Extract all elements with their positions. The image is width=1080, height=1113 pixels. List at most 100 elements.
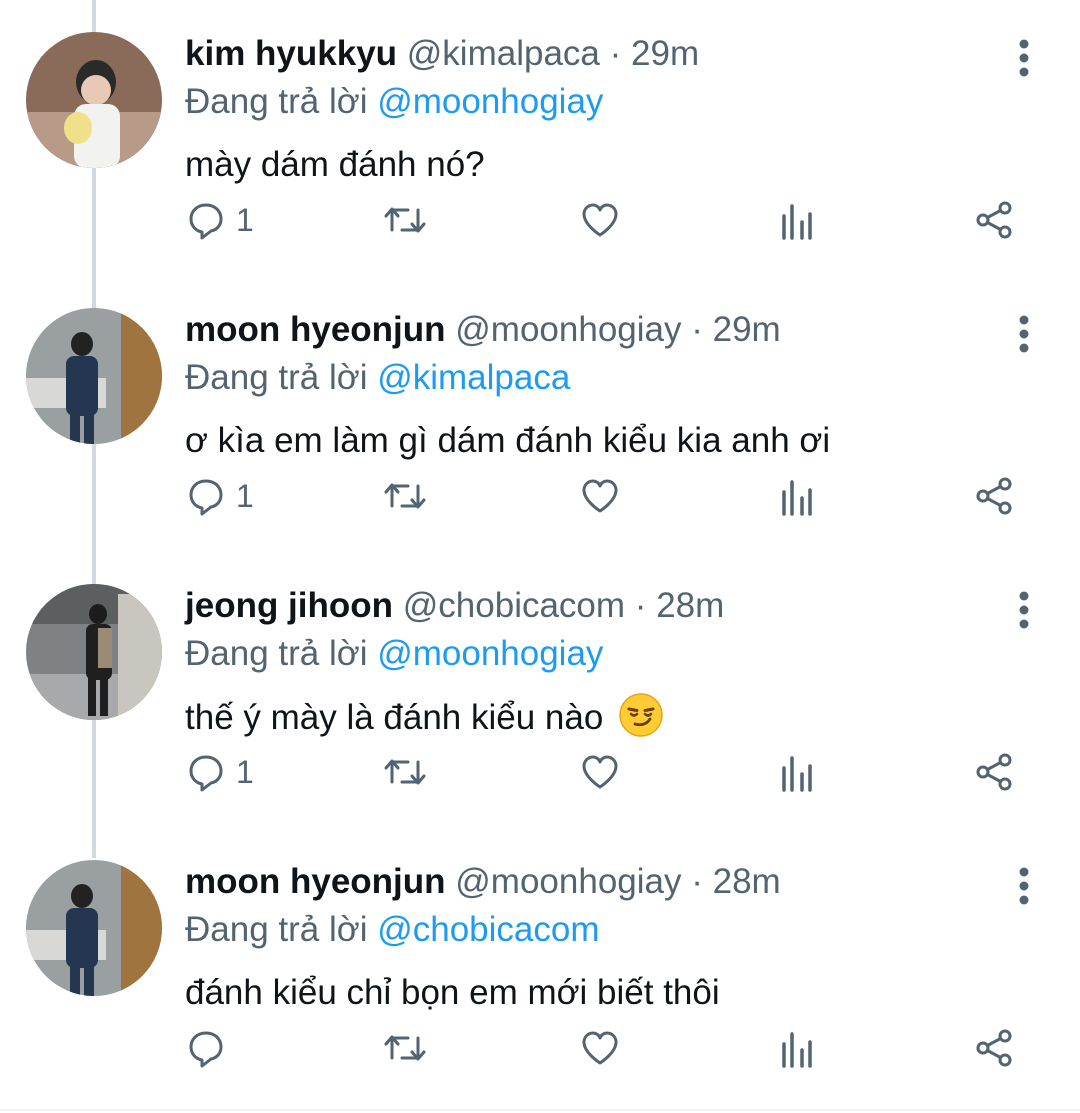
replying-to: Đang trả lời @chobicacom xyxy=(185,906,600,954)
author-name[interactable]: jeong jihoon xyxy=(185,586,393,625)
replying-to: Đang trả lời @moonhogiay xyxy=(185,78,603,126)
share-button[interactable] xyxy=(974,466,1014,526)
more-vertical-icon xyxy=(1019,39,1029,77)
analytics-icon xyxy=(782,204,812,240)
tweet-header: moon hyeonjun @moonhogiay · 29m xyxy=(185,306,781,354)
tweet-text: mày dám đánh nó? xyxy=(185,145,485,184)
analytics-button[interactable] xyxy=(780,1018,814,1078)
avatar-person-icon xyxy=(26,860,162,996)
tweet-text: thế ý mày là đánh kiểu nào xyxy=(185,698,604,737)
mention-link[interactable]: @moonhogiay xyxy=(377,82,603,121)
author-handle[interactable]: @kimalpaca xyxy=(407,34,600,73)
separator-dot: · xyxy=(609,34,622,73)
avatar[interactable] xyxy=(26,32,162,168)
avatar-person-icon xyxy=(26,308,162,444)
tweet-text-container: thế ý mày là đánh kiểu nào xyxy=(185,693,663,742)
replying-to-label: Đang trả lời xyxy=(185,82,368,121)
author-handle[interactable]: @moonhogiay xyxy=(455,862,681,901)
more-options-button[interactable] xyxy=(1008,590,1040,630)
like-icon xyxy=(582,479,618,513)
author-name[interactable]: kim hyukkyu xyxy=(185,34,397,73)
avatar[interactable] xyxy=(26,308,162,444)
more-vertical-icon xyxy=(1019,867,1029,905)
reply-button[interactable] xyxy=(186,1018,236,1078)
share-button[interactable] xyxy=(974,742,1014,802)
replying-to-label: Đang trả lời xyxy=(185,634,368,673)
tweet[interactable]: moon hyeonjun @moonhogiay · 28m Đang trả… xyxy=(0,828,1080,1104)
mention-link[interactable]: @chobicacom xyxy=(377,910,599,949)
retweet-button[interactable] xyxy=(382,190,428,250)
retweet-icon xyxy=(384,483,426,509)
timestamp[interactable]: 28m xyxy=(713,862,781,901)
like-button[interactable] xyxy=(580,1018,620,1078)
tweet-actions xyxy=(0,1018,1080,1078)
author-name[interactable]: moon hyeonjun xyxy=(185,310,446,349)
reply-count: 1 xyxy=(236,201,254,238)
separator-dot: · xyxy=(634,586,647,625)
retweet-button[interactable] xyxy=(382,1018,428,1078)
tweet-text: đánh kiểu chỉ bọn em mới biết thôi xyxy=(185,973,720,1012)
avatar-person-icon xyxy=(26,584,162,720)
share-icon xyxy=(976,1029,1012,1067)
analytics-button[interactable] xyxy=(780,742,814,802)
reply-count: 1 xyxy=(236,477,254,514)
tweet-header: moon hyeonjun @moonhogiay · 28m xyxy=(185,858,781,906)
more-options-button[interactable] xyxy=(1008,866,1040,906)
author-handle[interactable]: @moonhogiay xyxy=(455,310,681,349)
mention-link[interactable]: @moonhogiay xyxy=(377,634,603,673)
tweet-text: ơ kìa em làm gì dám đánh kiểu kia anh ơi xyxy=(185,421,831,460)
tweet[interactable]: jeong jihoon @chobicacom · 28m Đang trả … xyxy=(0,552,1080,828)
share-button[interactable] xyxy=(974,1018,1014,1078)
like-icon xyxy=(582,755,618,789)
replying-to: Đang trả lời @moonhogiay xyxy=(185,630,603,678)
more-vertical-icon xyxy=(1019,591,1029,629)
avatar-person-icon xyxy=(26,32,162,168)
analytics-icon xyxy=(782,756,812,792)
analytics-icon xyxy=(782,1032,812,1068)
avatar[interactable] xyxy=(26,584,162,720)
tweet-actions: 1 xyxy=(0,742,1080,802)
mention-link[interactable]: @kimalpaca xyxy=(377,358,570,397)
replying-to-label: Đang trả lời xyxy=(185,910,368,949)
tweet[interactable]: kim hyukkyu @kimalpaca · 29m Đang trả lờ… xyxy=(0,0,1080,276)
separator-dot: · xyxy=(691,862,703,901)
tweet-header: kim hyukkyu @kimalpaca · 29m xyxy=(185,30,699,78)
replying-to: Đang trả lời @kimalpaca xyxy=(185,354,570,402)
replying-to-label: Đang trả lời xyxy=(185,358,368,397)
reply-button[interactable]: 1 xyxy=(186,466,254,526)
analytics-button[interactable] xyxy=(780,466,814,526)
reply-icon xyxy=(189,203,223,240)
reply-icon xyxy=(189,1031,223,1068)
tweet-actions: 1 xyxy=(0,466,1080,526)
retweet-button[interactable] xyxy=(382,742,428,802)
retweet-icon xyxy=(384,759,426,785)
tweet-header: jeong jihoon @chobicacom · 28m xyxy=(185,582,724,630)
like-icon xyxy=(582,203,618,237)
like-button[interactable] xyxy=(580,742,620,802)
reply-button[interactable]: 1 xyxy=(186,742,254,802)
smirk-emoji-icon xyxy=(619,693,663,737)
more-options-button[interactable] xyxy=(1008,314,1040,354)
more-options-button[interactable] xyxy=(1008,38,1040,78)
share-button[interactable] xyxy=(974,190,1014,250)
analytics-button[interactable] xyxy=(780,190,814,250)
share-icon xyxy=(976,753,1012,791)
like-button[interactable] xyxy=(580,466,620,526)
retweet-icon xyxy=(384,1035,426,1061)
avatar[interactable] xyxy=(26,860,162,996)
tweet[interactable]: moon hyeonjun @moonhogiay · 29m Đang trả… xyxy=(0,276,1080,552)
timestamp[interactable]: 29m xyxy=(631,34,699,73)
bottom-divider xyxy=(0,1109,1080,1111)
author-name[interactable]: moon hyeonjun xyxy=(185,862,446,901)
like-button[interactable] xyxy=(580,190,620,250)
analytics-icon xyxy=(782,480,812,516)
retweet-button[interactable] xyxy=(382,466,428,526)
author-handle[interactable]: @chobicacom xyxy=(403,586,625,625)
reply-button[interactable]: 1 xyxy=(186,190,254,250)
timestamp[interactable]: 29m xyxy=(713,310,781,349)
share-icon xyxy=(976,201,1012,239)
reply-count: 1 xyxy=(236,753,254,790)
reply-icon xyxy=(189,479,223,516)
retweet-icon xyxy=(384,207,426,233)
timestamp[interactable]: 28m xyxy=(656,586,724,625)
